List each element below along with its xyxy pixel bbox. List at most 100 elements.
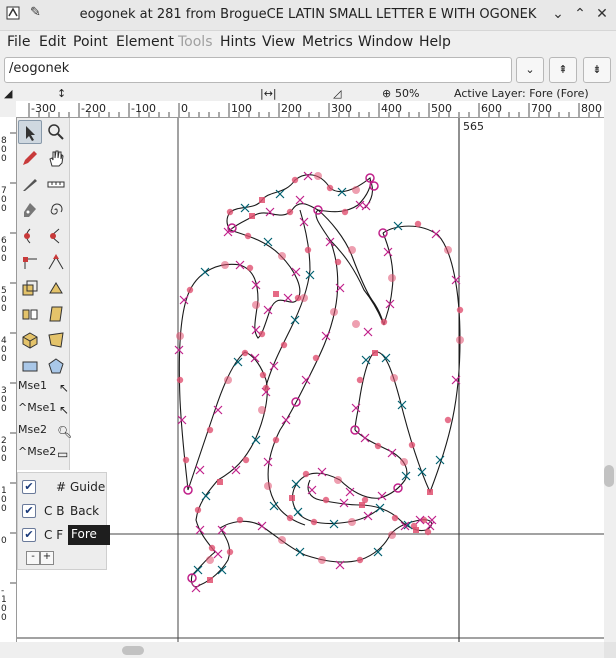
- curve-point[interactable]: [408, 441, 416, 449]
- curve-point[interactable]: [356, 556, 364, 564]
- curve-point[interactable]: [456, 306, 464, 314]
- curve-point[interactable]: [236, 516, 244, 524]
- curve-point[interactable]: [264, 482, 272, 490]
- corner-point[interactable]: [217, 479, 223, 485]
- curve-point[interactable]: [221, 261, 229, 269]
- menu-hints[interactable]: Hints: [220, 34, 256, 50]
- curve-point[interactable]: [206, 426, 214, 434]
- curve-point[interactable]: [310, 518, 318, 526]
- curve-point[interactable]: [244, 232, 252, 240]
- control-handle[interactable]: [363, 511, 373, 521]
- control-handle[interactable]: [290, 315, 300, 325]
- vertical-scrollbar[interactable]: [604, 101, 616, 642]
- glyph-points[interactable]: [174, 171, 464, 593]
- control-handle[interactable]: [339, 498, 349, 508]
- curve-point[interactable]: [356, 376, 364, 384]
- curve-point[interactable]: [390, 374, 398, 382]
- menu-file[interactable]: File: [7, 34, 30, 50]
- magnify-tool[interactable]: [44, 120, 68, 144]
- curve-point[interactable]: [262, 384, 270, 392]
- curve-point[interactable]: [374, 442, 382, 450]
- back-visible-checkbox[interactable]: ✔: [22, 504, 36, 518]
- menu-point[interactable]: Point: [73, 34, 108, 50]
- curve-point[interactable]: [194, 506, 202, 514]
- freehand-tool[interactable]: [18, 146, 42, 170]
- menu-window[interactable]: Window: [358, 34, 413, 50]
- control-handle[interactable]: [361, 201, 371, 211]
- control-handle[interactable]: [425, 521, 435, 531]
- curve-point[interactable]: [226, 548, 234, 556]
- curve-point[interactable]: [326, 184, 334, 192]
- curve-point[interactable]: [258, 406, 266, 414]
- corner-point[interactable]: [207, 577, 213, 583]
- add-layer-button[interactable]: +: [40, 551, 54, 565]
- control-handle[interactable]: [257, 521, 267, 531]
- control-handle[interactable]: [417, 467, 427, 477]
- control-handle[interactable]: [360, 433, 370, 443]
- curve-point[interactable]: [341, 208, 349, 216]
- control-handle[interactable]: [263, 457, 273, 467]
- resize-grip[interactable]: [604, 642, 616, 658]
- curve-point[interactable]: [241, 349, 249, 357]
- curve-point[interactable]: [424, 528, 432, 536]
- hvcurve-point-tool[interactable]: [44, 224, 68, 248]
- control-handle[interactable]: [291, 479, 301, 489]
- corner-point[interactable]: [289, 495, 295, 501]
- curve-point[interactable]: [456, 336, 464, 344]
- control-handle[interactable]: [317, 467, 327, 477]
- menu-view[interactable]: View: [262, 34, 295, 50]
- horizontal-scroll-thumb[interactable]: [122, 646, 144, 655]
- control-handle[interactable]: [383, 247, 393, 257]
- maximize-button[interactable]: ⌃: [570, 4, 590, 24]
- curve-point[interactable]: [176, 376, 184, 384]
- control-handle[interactable]: [295, 195, 305, 205]
- layer-row-back[interactable]: ✔ C B Back: [18, 501, 106, 523]
- curve-point[interactable]: [361, 496, 369, 504]
- curve-point[interactable]: [380, 318, 388, 326]
- control-handle[interactable]: [431, 229, 441, 239]
- curve-point[interactable]: [278, 536, 286, 544]
- control-handle[interactable]: [200, 267, 210, 277]
- scroll-tool[interactable]: [44, 146, 68, 170]
- control-handle[interactable]: [201, 491, 211, 501]
- curve-point[interactable]: [348, 518, 356, 526]
- 3d-rotate-tool[interactable]: [18, 328, 42, 352]
- corner-point[interactable]: [372, 350, 378, 356]
- glyph-name-input[interactable]: /eogonek: [4, 57, 512, 83]
- pointer-tool[interactable]: [18, 120, 42, 144]
- fore-visible-checkbox[interactable]: ✔: [22, 528, 36, 542]
- curve-point[interactable]: [300, 294, 308, 302]
- guide-visible-checkbox[interactable]: ✔: [22, 480, 36, 494]
- perspective-tool[interactable]: [44, 328, 68, 352]
- control-handle[interactable]: [375, 503, 385, 513]
- control-handle[interactable]: [250, 353, 260, 363]
- polygon-tool[interactable]: [44, 354, 68, 378]
- control-handle[interactable]: [265, 207, 275, 217]
- control-handle[interactable]: [213, 549, 223, 559]
- control-handle[interactable]: [363, 327, 373, 337]
- curve-point[interactable]: [278, 252, 286, 260]
- curve-point[interactable]: [280, 341, 288, 349]
- layer-row-fore[interactable]: ✔ C F Fore: [18, 525, 110, 547]
- control-handle[interactable]: [293, 507, 303, 517]
- curve-point[interactable]: [242, 456, 250, 464]
- curve-point[interactable]: [272, 436, 280, 444]
- curve-point[interactable]: [176, 332, 184, 340]
- curve-point[interactable]: [286, 514, 294, 522]
- control-handle[interactable]: [195, 525, 205, 535]
- curve-point[interactable]: [312, 354, 320, 362]
- prev-glyph-button[interactable]: ⇞: [549, 57, 577, 83]
- ruler-tool[interactable]: [44, 172, 68, 196]
- curve-point[interactable]: [291, 176, 299, 184]
- scale-tool[interactable]: [18, 276, 42, 300]
- curve-point[interactable]: [304, 246, 312, 254]
- curve-point[interactable]: [334, 258, 342, 266]
- curve-point-tool[interactable]: [18, 224, 42, 248]
- curve-point[interactable]: [206, 556, 214, 564]
- curve-point[interactable]: [444, 416, 452, 424]
- spiro-tool[interactable]: [44, 198, 68, 222]
- control-handle[interactable]: [174, 345, 184, 355]
- curve-point[interactable]: [182, 456, 190, 464]
- minimize-button[interactable]: ⌄: [548, 4, 568, 24]
- vertical-scroll-thumb[interactable]: [604, 465, 614, 487]
